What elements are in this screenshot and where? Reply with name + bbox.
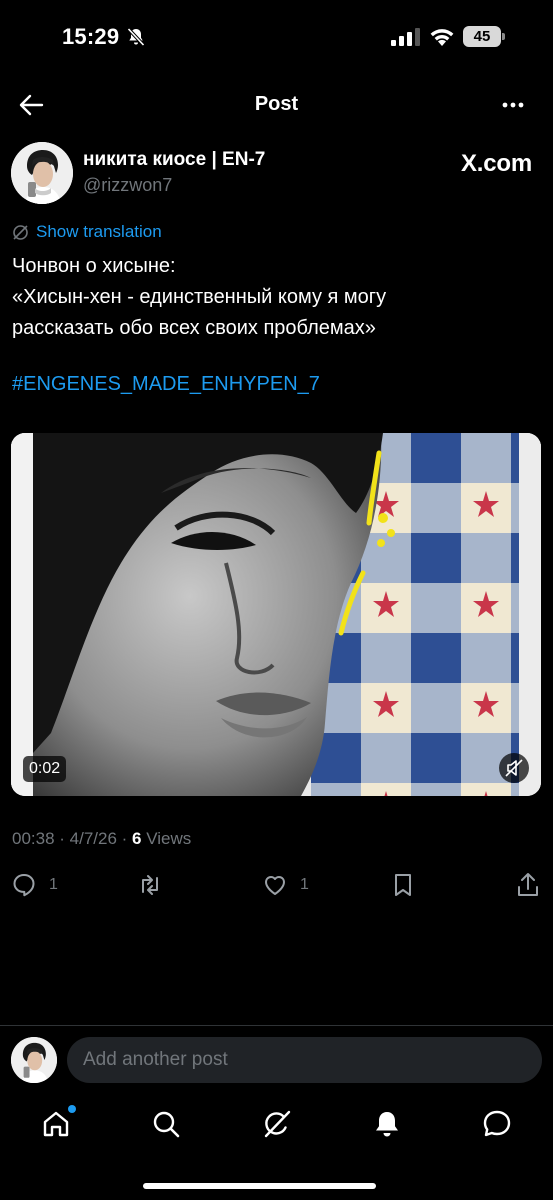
signal-icon — [391, 28, 420, 46]
home-icon — [43, 1111, 69, 1137]
like-button[interactable]: 1 — [262, 870, 309, 900]
top-nav: Post — [0, 80, 553, 130]
hashtag-link[interactable]: #ENGENES_MADE_ENHYPEN_7 — [12, 373, 320, 396]
video-duration: 0:02 — [23, 756, 67, 782]
avatar[interactable] — [11, 142, 73, 204]
like-icon — [265, 876, 285, 895]
status-bar: 15:29 45 — [0, 0, 553, 70]
post-text-line: «Хисын-хен - единственный кому я могу — [12, 286, 387, 308]
translate-icon — [13, 224, 28, 240]
status-time: 15:29 — [62, 24, 120, 49]
post-meta: 00:38 · 4/7/26 · 6 Views — [12, 829, 191, 849]
repost-icon — [142, 875, 158, 895]
tab-search[interactable] — [150, 1108, 182, 1140]
tab-grok[interactable] — [261, 1108, 293, 1140]
post-text-line: Чонвон о хисыне: — [12, 255, 176, 277]
x-watermark: X.com — [460, 150, 532, 177]
tab-home[interactable] — [40, 1105, 76, 1140]
like-count: 1 — [300, 876, 309, 893]
show-translation-link[interactable]: Show translation — [12, 221, 162, 243]
post-text-line: рассказать обо всех своих проблемах» — [12, 317, 376, 339]
video-player[interactable]: 0:02 — [11, 433, 541, 796]
share-icon — [518, 873, 538, 896]
bell-off-icon — [127, 27, 145, 47]
tab-notifications[interactable] — [371, 1108, 403, 1140]
reply-input[interactable] — [67, 1037, 542, 1083]
post-actions: 1 1 — [0, 870, 553, 900]
grok-icon — [264, 1110, 291, 1138]
tab-messages[interactable] — [481, 1108, 513, 1140]
reply-count: 1 — [49, 876, 58, 893]
battery-level: 45 — [463, 26, 501, 47]
repost-button[interactable] — [137, 870, 175, 900]
reply-icon — [13, 874, 35, 897]
author-name[interactable]: никита киосе | EN-7 — [83, 149, 265, 171]
messages-icon — [483, 1110, 511, 1137]
author-handle[interactable]: @rizzwon7 — [83, 175, 172, 196]
video-frame — [11, 433, 541, 796]
home-notification-dot — [68, 1105, 76, 1113]
reply-button[interactable]: 1 — [11, 870, 58, 900]
home-indicator — [143, 1183, 376, 1189]
views-count: 6 — [132, 829, 142, 848]
muted-speaker-icon — [505, 759, 523, 777]
bookmark-icon — [395, 874, 411, 896]
divider — [0, 1025, 553, 1026]
composer-avatar — [11, 1037, 57, 1083]
views-label: Views — [141, 829, 192, 848]
show-translation-label[interactable]: Show translation — [36, 222, 162, 242]
battery-icon: 45 — [463, 26, 505, 47]
bookmark-button[interactable] — [390, 870, 416, 900]
post-text: Чонвон о хисыне: «Хисын-хен - единственн… — [12, 251, 532, 344]
share-button[interactable] — [515, 870, 541, 900]
mute-button[interactable] — [499, 753, 529, 783]
search-icon — [153, 1111, 180, 1138]
bottom-tab-bar — [0, 1100, 553, 1160]
more-icon[interactable] — [501, 94, 525, 116]
post-timestamp: 00:38 · 4/7/26 · — [12, 829, 133, 848]
page-title: Post — [254, 93, 299, 115]
wifi-icon — [430, 29, 454, 46]
notifications-icon — [376, 1112, 398, 1137]
